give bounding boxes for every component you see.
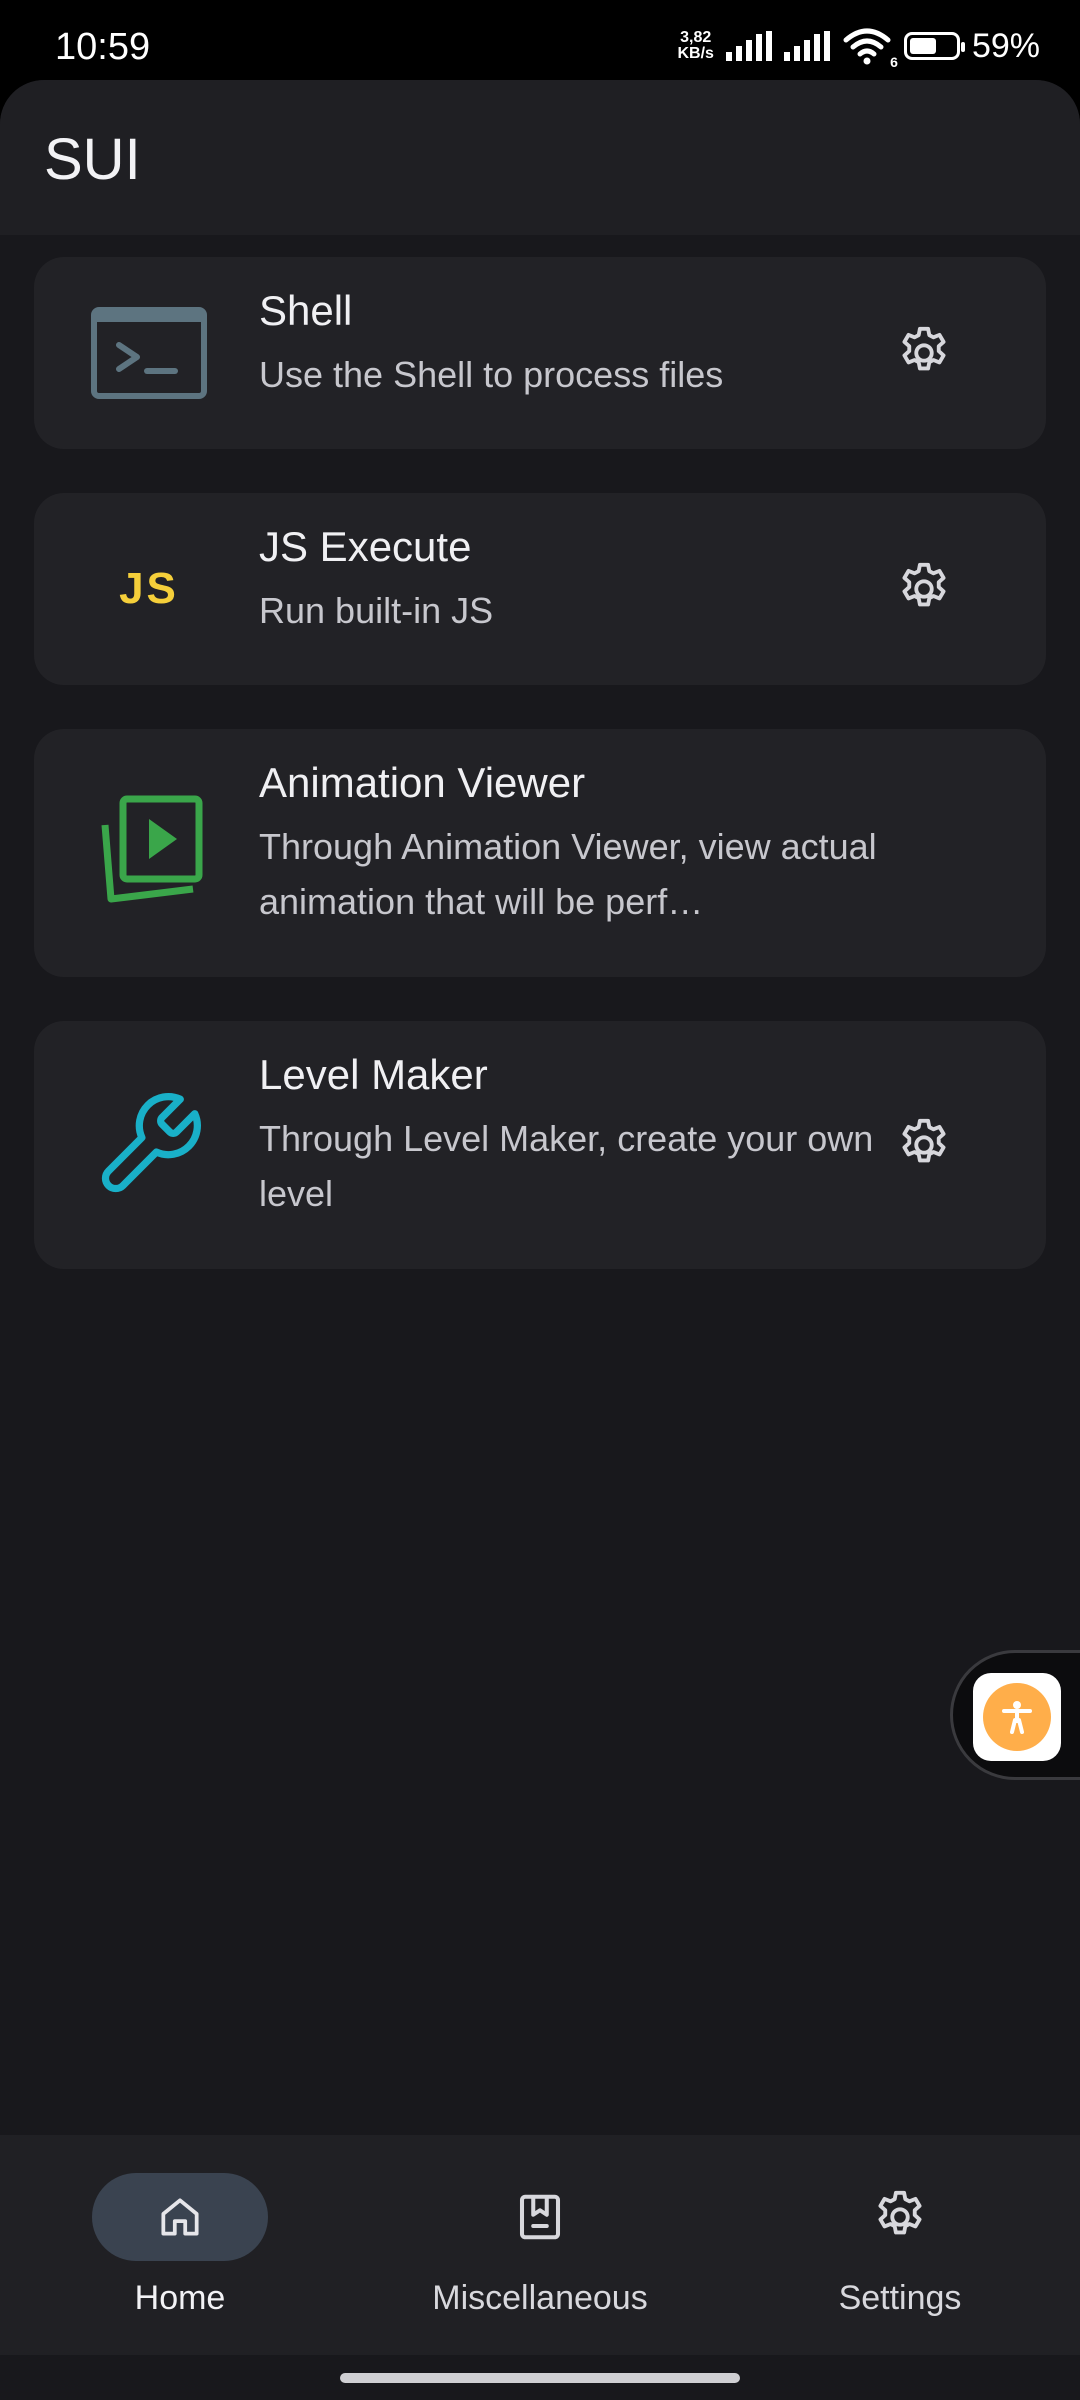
status-time: 10:59 — [55, 26, 151, 68]
nav-item-settings[interactable]: Settings — [720, 2173, 1080, 2318]
wifi-label: 6 — [890, 54, 898, 70]
card-title: JS Execute — [259, 523, 472, 570]
app-window: SUI Shell Use the Shell to process files — [0, 80, 1080, 2400]
card-shell[interactable]: Shell Use the Shell to process files — [34, 257, 1046, 449]
nav-item-miscellaneous[interactable]: Miscellaneous — [360, 2173, 720, 2318]
gear-icon — [878, 2190, 922, 2235]
nav-pill-settings — [812, 2173, 988, 2261]
status-icons: 3,82 KB/s 6 59% — [677, 24, 1040, 71]
card-description: Through Level Maker, create your own lev… — [259, 1118, 874, 1214]
settings-gear-icon[interactable] — [892, 1113, 956, 1177]
bottom-navigation: Home Miscellaneous Settings — [0, 2135, 1080, 2355]
nav-label-home: Home — [134, 2279, 226, 2317]
network-speed-value: 3,82 — [680, 29, 712, 46]
js-logo-text: JS — [119, 564, 179, 613]
settings-gear-icon[interactable] — [892, 321, 956, 385]
wifi-icon: 6 — [842, 26, 898, 70]
nav-label-miscellaneous: Miscellaneous — [432, 2279, 648, 2317]
accessibility-floating-panel — [950, 1650, 1080, 1780]
card-js-execute[interactable]: JS JS Execute Run built-in JS — [34, 493, 1046, 685]
top-app-bar: SUI — [0, 80, 1080, 235]
terminal-icon — [84, 288, 214, 418]
card-description: Run built-in JS — [259, 590, 494, 631]
card-title: Shell — [259, 287, 353, 334]
battery-percent: 59% — [971, 26, 1040, 65]
card-animation-viewer[interactable]: Animation Viewer Through Animation Viewe… — [34, 729, 1046, 977]
battery-icon — [903, 32, 965, 60]
network-speed-unit: KB/s — [677, 45, 714, 62]
settings-gear-icon[interactable] — [892, 557, 956, 621]
card-description: Use the Shell to process files — [259, 354, 724, 395]
wrench-icon — [84, 1080, 214, 1210]
app-title: SUI — [44, 127, 141, 192]
accessibility-button[interactable] — [973, 1673, 1061, 1761]
js-icon: JS — [84, 524, 214, 654]
signal-icon — [725, 31, 772, 61]
network-speed: 3,82 KB/s — [677, 30, 713, 62]
accessibility-icon — [983, 1683, 1051, 1751]
signal-icon-2 — [783, 31, 830, 61]
card-title: Animation Viewer — [259, 759, 586, 806]
status-bar: 10:59 3,82 KB/s 6 59% — [0, 0, 1080, 80]
gesture-home-indicator[interactable] — [340, 2373, 740, 2383]
nav-pill-home — [92, 2173, 268, 2261]
nav-item-home[interactable]: Home — [0, 2173, 360, 2318]
card-title: Level Maker — [259, 1051, 488, 1098]
nav-pill-miscellaneous — [452, 2173, 628, 2261]
card-description: Through Animation Viewer, view actual an… — [259, 826, 877, 922]
nav-label-settings: Settings — [838, 2279, 962, 2317]
home-icon — [161, 2198, 199, 2236]
battery-fill — [909, 38, 936, 54]
animation-icon — [84, 784, 214, 914]
bookmark-icon — [519, 2194, 561, 2240]
card-level-maker[interactable]: Level Maker Through Level Maker, create … — [34, 1021, 1046, 1269]
